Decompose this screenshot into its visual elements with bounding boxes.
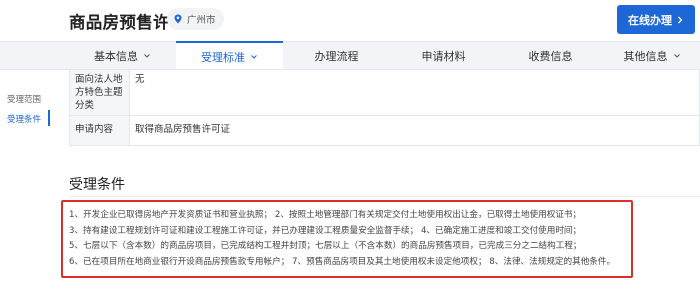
table-key: 面向法人地方特色主题分类 <box>69 69 130 116</box>
side-nav-item-conditions[interactable]: 受理条件 <box>7 113 41 125</box>
tab-fees[interactable]: 收费信息 <box>497 42 604 70</box>
location-pin-icon <box>174 14 182 24</box>
header: 商品房预售许可 广州市 在线办理 <box>0 0 700 41</box>
tab-label: 申请材料 <box>421 50 466 63</box>
apply-online-label: 在线办理 <box>628 13 672 27</box>
table-value: 取得商品房预售许可证 <box>129 115 700 146</box>
tab-label: 办理流程 <box>314 50 359 63</box>
condition-line: 1、开发企业已取得房地产开发资质证书和营业执照； 2、按照土地管理部门有关规定交… <box>69 210 582 220</box>
condition-line: 5、七层以下（含本数）的商品房项目，已完成结构工程并封顶；七层以上（不含本数）的… <box>69 241 582 251</box>
location-selector[interactable]: 广州市 <box>167 8 224 30</box>
tab-process[interactable]: 办理流程 <box>283 42 390 70</box>
conditions-box: 1、开发企业已取得房地产开发资质证书和营业执照； 2、按照土地管理部门有关规定交… <box>61 200 633 278</box>
location-label: 广州市 <box>187 15 216 26</box>
chevron-down-icon <box>251 54 257 59</box>
section-title: 受理条件 <box>69 177 125 193</box>
tab-basic-info[interactable]: 基本信息 <box>69 42 176 70</box>
chevron-down-icon <box>144 54 150 58</box>
condition-line: 3、持有建设工程规划许可证和建设工程施工许可证，并已办理建设工程质量安全监督手续… <box>69 225 582 236</box>
table-key: 申请内容 <box>69 115 130 146</box>
tab-other-info[interactable]: 其他信息 <box>604 42 700 70</box>
table-row: 面向法人地方特色主题分类 无 <box>69 69 700 116</box>
table-value: 无 <box>129 69 700 116</box>
tab-label: 基本信息 <box>94 50 138 63</box>
chevron-right-icon <box>678 16 683 23</box>
section-divider <box>69 196 700 197</box>
table-row: 申请内容 取得商品房预售许可证 <box>69 115 700 146</box>
tab-label: 受理标准 <box>201 50 245 64</box>
tab-bar: 基本信息 受理标准 办理流程 申请材料 收费信息 其他信息 <box>0 41 700 70</box>
tab-materials[interactable]: 申请材料 <box>390 42 497 70</box>
apply-online-button[interactable]: 在线办理 <box>617 5 695 34</box>
condition-line: 6、已在项目所在地商业银行开设商品房预售款专用帐户； 7、预售商品房项目及其土地… <box>69 256 616 267</box>
side-nav-item-scope[interactable]: 受理范围 <box>7 93 41 105</box>
tab-label: 收费信息 <box>528 50 573 63</box>
side-nav-active-indicator <box>48 110 50 126</box>
tab-acceptance-standards[interactable]: 受理标准 <box>176 41 283 70</box>
tab-label: 其他信息 <box>623 50 668 63</box>
chevron-down-icon <box>673 54 680 58</box>
info-table: 面向法人地方特色主题分类 无 申请内容 取得商品房预售许可证 <box>69 69 700 146</box>
